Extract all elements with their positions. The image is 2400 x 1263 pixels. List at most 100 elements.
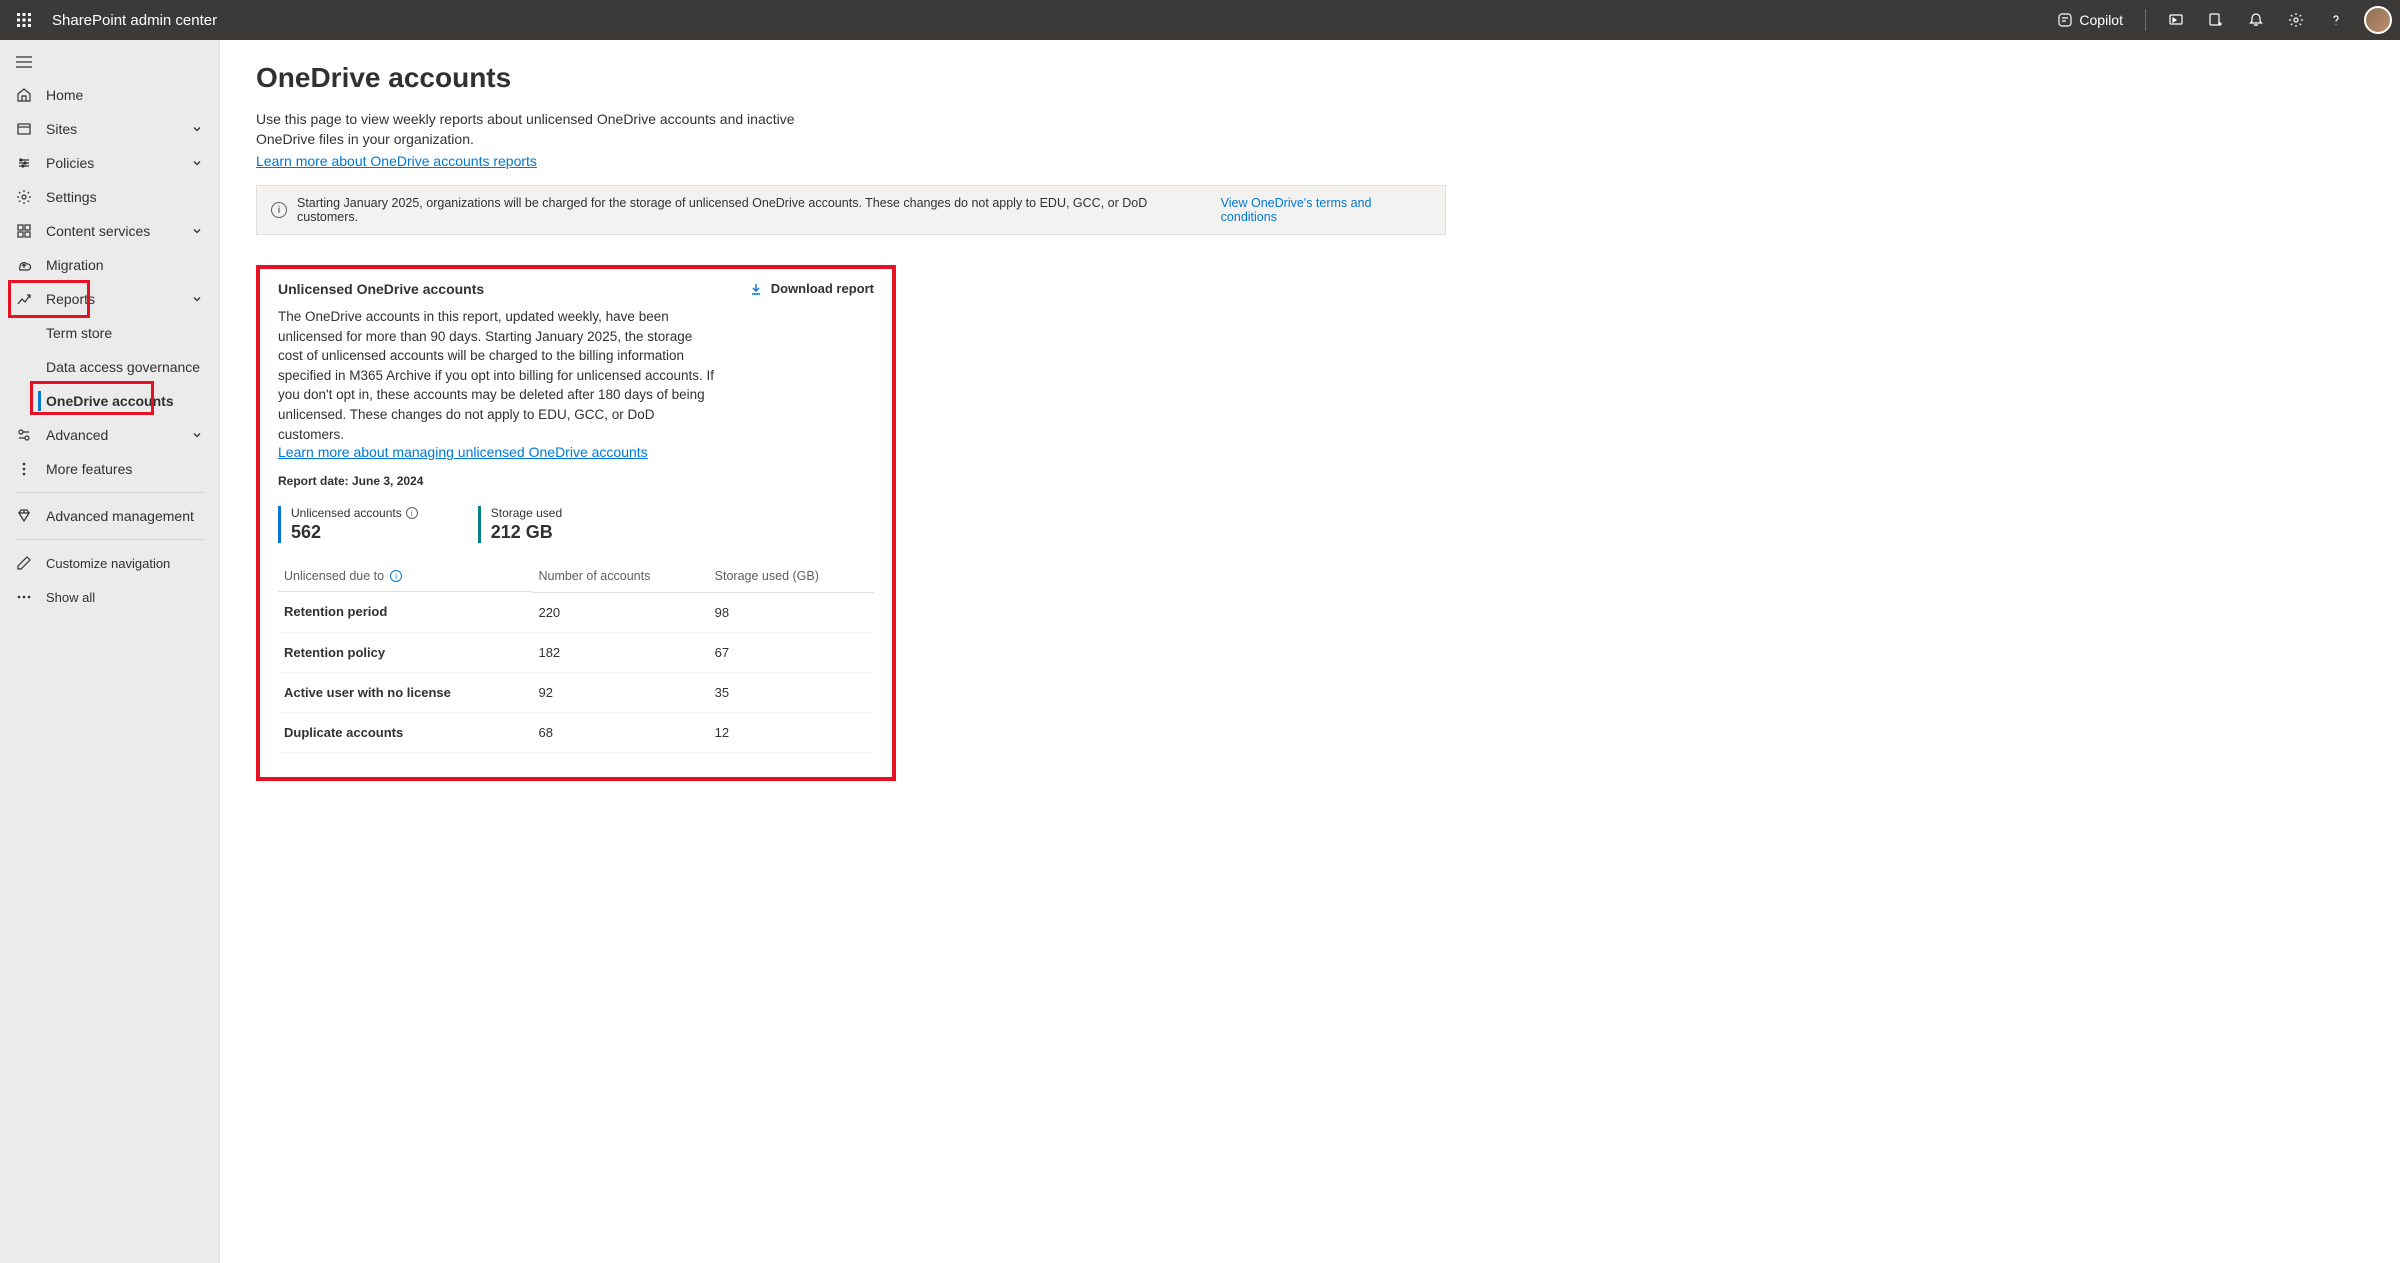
table-header-storage[interactable]: Storage used (GB) [709, 561, 874, 592]
cell-count: 68 [532, 712, 708, 752]
cell-count: 92 [532, 672, 708, 712]
notifications-icon[interactable] [2238, 2, 2274, 38]
home-icon [16, 87, 32, 103]
learn-more-link[interactable]: Learn more about OneDrive accounts repor… [256, 153, 537, 169]
banner-link[interactable]: View OneDrive's terms and conditions [1221, 196, 1431, 224]
sidebar-item-label: Content services [46, 223, 150, 239]
stat-label: Unlicensed accounts [291, 506, 402, 520]
cell-count: 182 [532, 632, 708, 672]
download-icon [749, 282, 763, 296]
app-title: SharePoint admin center [52, 12, 217, 29]
teaching-icon[interactable] [2158, 2, 2194, 38]
stat-label: Storage used [491, 506, 562, 520]
sidebar-item-settings[interactable]: Settings [0, 180, 219, 214]
chevron-down-icon [191, 123, 203, 135]
chevron-down-icon [191, 293, 203, 305]
download-label: Download report [771, 281, 874, 296]
table-row[interactable]: Duplicate accounts6812 [278, 712, 874, 752]
topbar-divider [2145, 9, 2146, 31]
page-description: Use this page to view weekly reports abo… [256, 110, 816, 149]
table-header-reason[interactable]: Unlicensed due to i [278, 561, 532, 592]
cell-count: 220 [532, 592, 708, 632]
copilot-label: Copilot [2079, 12, 2123, 28]
add-card-icon[interactable] [2198, 2, 2234, 38]
chevron-down-icon [191, 429, 203, 441]
info-banner: i Starting January 2025, organizations w… [256, 185, 1446, 235]
avatar[interactable] [2364, 6, 2392, 34]
edit-icon [16, 555, 32, 571]
stat-value: 212 GB [491, 522, 562, 543]
sites-icon [16, 121, 32, 137]
sidebar-item-label: Term store [46, 325, 112, 341]
card-description: The OneDrive accounts in this report, up… [278, 307, 718, 444]
topbar: SharePoint admin center Copilot [0, 0, 2400, 40]
ellipsis-icon [16, 589, 32, 605]
info-icon[interactable]: i [406, 507, 418, 519]
sidebar-item-customize-nav[interactable]: Customize navigation [0, 546, 219, 580]
sidebar-item-advanced[interactable]: Advanced [0, 418, 219, 452]
sidebar-item-reports[interactable]: Reports [0, 282, 219, 316]
help-icon[interactable] [2318, 2, 2354, 38]
table-row[interactable]: Retention period22098 [278, 592, 874, 632]
migration-icon [16, 257, 32, 273]
sidebar-item-label: Policies [46, 155, 94, 171]
advanced-icon [16, 427, 32, 443]
sidebar-item-more-features[interactable]: More features [0, 452, 219, 486]
more-features-icon [16, 461, 32, 477]
card-title: Unlicensed OneDrive accounts [278, 281, 484, 297]
sidebar-item-label: OneDrive accounts [46, 393, 174, 409]
sidebar-item-advanced-management[interactable]: Advanced management [0, 499, 219, 533]
sidebar-item-label: Customize navigation [46, 556, 170, 571]
cell-reason: Active user with no license [278, 672, 532, 712]
sidebar-item-show-all[interactable]: Show all [0, 580, 219, 614]
info-icon[interactable]: i [390, 570, 402, 582]
sidebar-item-migration[interactable]: Migration [0, 248, 219, 282]
sidebar-item-label: Migration [46, 257, 104, 273]
stat-storage-used: Storage used 212 GB [478, 506, 562, 543]
sidebar-item-sites[interactable]: Sites [0, 112, 219, 146]
sidebar-item-label: More features [46, 461, 132, 477]
policies-icon [16, 155, 32, 171]
sidebar-item-label: Home [46, 87, 83, 103]
chevron-down-icon [191, 157, 203, 169]
unlicensed-table: Unlicensed due to i Number of accounts S… [278, 561, 874, 753]
settings-gear-icon[interactable] [2278, 2, 2314, 38]
unlicensed-report-card: Unlicensed OneDrive accounts Download re… [256, 265, 896, 780]
collapse-nav-icon[interactable] [0, 46, 219, 78]
sidebar-item-label: Advanced management [46, 508, 194, 524]
sidebar-item-content-services[interactable]: Content services [0, 214, 219, 248]
nav-separator [16, 539, 203, 540]
stat-value: 562 [291, 522, 418, 543]
sidebar-subitem-term-store[interactable]: Term store [0, 316, 219, 350]
sidebar-item-label: Show all [46, 590, 95, 605]
sidebar-item-policies[interactable]: Policies [0, 146, 219, 180]
chevron-down-icon [191, 225, 203, 237]
sidebar-item-label: Advanced [46, 427, 108, 443]
cell-storage: 98 [709, 592, 874, 632]
sidebar-item-label: Data access governance [46, 359, 200, 375]
card-learn-link[interactable]: Learn more about managing unlicensed One… [278, 444, 648, 460]
sidebar-subitem-onedrive-accounts[interactable]: OneDrive accounts [0, 384, 219, 418]
info-icon: i [271, 202, 287, 218]
reports-icon [16, 291, 32, 307]
sidebar-item-label: Sites [46, 121, 77, 137]
page-title: OneDrive accounts [256, 62, 2364, 94]
table-row[interactable]: Active user with no license9235 [278, 672, 874, 712]
download-report-button[interactable]: Download report [749, 281, 874, 296]
sidebar: Home Sites Policies Settings Content ser… [0, 40, 220, 1263]
main-content: OneDrive accounts Use this page to view … [220, 40, 2400, 1263]
sidebar-subitem-data-access[interactable]: Data access governance [0, 350, 219, 384]
cell-storage: 67 [709, 632, 874, 672]
cell-reason: Retention policy [278, 632, 532, 672]
sidebar-item-label: Settings [46, 189, 97, 205]
copilot-button[interactable]: Copilot [2047, 8, 2133, 32]
table-header-count[interactable]: Number of accounts [532, 561, 708, 592]
cell-reason: Retention period [278, 592, 532, 632]
nav-separator [16, 492, 203, 493]
app-launcher-icon[interactable] [8, 4, 40, 36]
gear-icon [16, 189, 32, 205]
content-services-icon [16, 223, 32, 239]
sidebar-item-home[interactable]: Home [0, 78, 219, 112]
table-row[interactable]: Retention policy18267 [278, 632, 874, 672]
cell-storage: 35 [709, 672, 874, 712]
